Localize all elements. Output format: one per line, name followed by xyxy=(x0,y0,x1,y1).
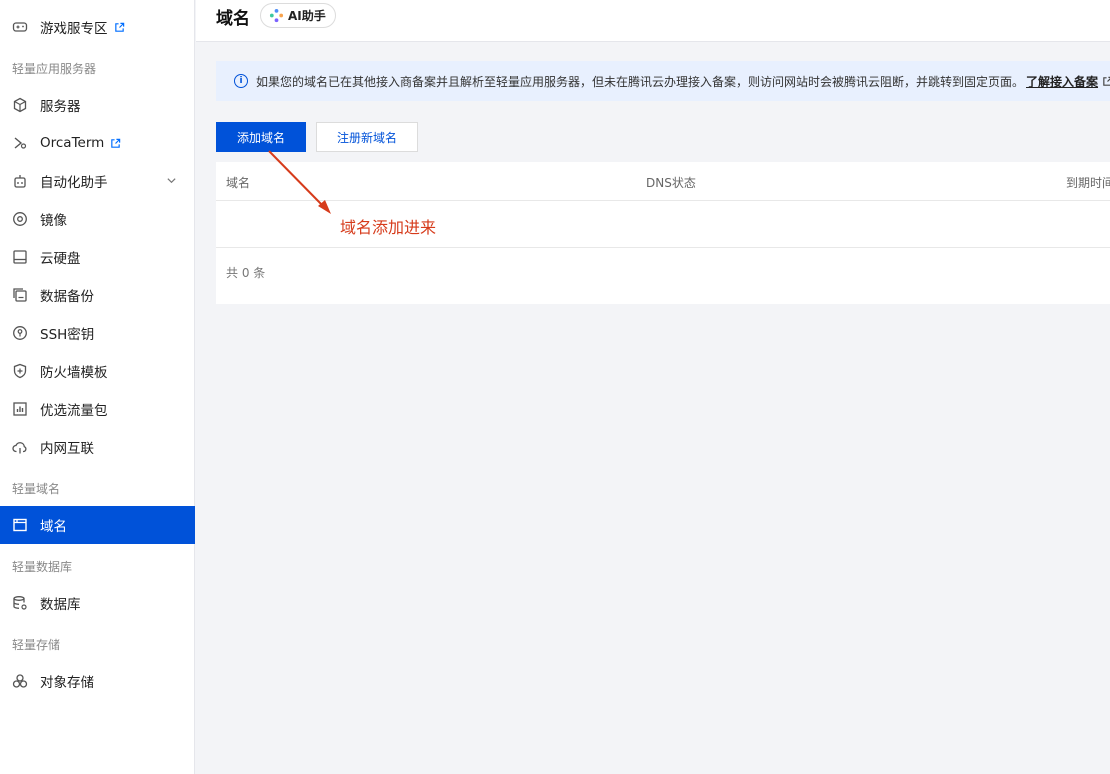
sidebar: 游戏服专区 轻量应用服务器 服务器 OrcaTerm 自动化助手 镜像 云硬盘 … xyxy=(0,0,195,774)
sidebar-item-database[interactable]: 数据库 xyxy=(0,584,195,622)
page-header: 域名 AI助手 xyxy=(196,0,1110,42)
sidebar-item-automation[interactable]: 自动化助手 xyxy=(0,162,195,200)
sidebar-item-label: 数据库 xyxy=(40,597,81,613)
info-icon: i xyxy=(234,74,248,88)
objects-icon xyxy=(12,673,28,689)
ai-assistant-label: AI助手 xyxy=(288,9,326,23)
chart-icon xyxy=(12,401,28,417)
column-header-dns-status: DNS状态 xyxy=(646,176,696,190)
add-domain-button[interactable]: 添加域名 xyxy=(216,122,306,152)
sidebar-item-label: 优选流量包 xyxy=(40,403,108,419)
sidebar-item-label: SSH密钥 xyxy=(40,327,95,343)
sidebar-item-game-servers[interactable]: 游戏服专区 xyxy=(0,8,195,46)
sidebar-item-orcaterm[interactable]: OrcaTerm xyxy=(0,124,195,162)
notice-text: 如果您的域名已在其他接入商备案并且解析至轻量应用服务器，但未在腾讯云办理接入备案… xyxy=(256,74,1025,89)
terminal-icon xyxy=(12,135,28,151)
sidebar-item-intranet[interactable]: 内网互联 xyxy=(0,428,195,466)
annotation-text: 域名添加进来 xyxy=(340,218,437,237)
register-domain-button[interactable]: 注册新域名 xyxy=(316,122,418,152)
group-label-databases: 轻量数据库 xyxy=(12,560,73,574)
external-link-icon xyxy=(1102,76,1110,87)
sparkle-icon xyxy=(269,8,284,23)
sidebar-item-domains[interactable]: 域名 xyxy=(0,506,195,544)
column-header-domain: 域名 xyxy=(226,176,251,190)
external-link-icon xyxy=(114,22,125,33)
sidebar-item-ssh-keys[interactable]: SSH密钥 xyxy=(0,314,195,352)
robot-icon xyxy=(12,173,28,189)
key-icon xyxy=(12,325,28,341)
sidebar-item-label: 防火墙模板 xyxy=(40,365,108,381)
sidebar-item-label: OrcaTerm xyxy=(40,135,105,151)
column-header-expiry: 到期时间 xyxy=(1066,176,1110,190)
database-icon xyxy=(12,595,28,611)
external-link-icon xyxy=(110,138,121,149)
ai-assistant-button[interactable]: AI助手 xyxy=(260,3,336,28)
table-total: 共 0 条 xyxy=(226,266,266,280)
group-label-lighthouse: 轻量应用服务器 xyxy=(12,62,97,76)
chevron-down-icon[interactable] xyxy=(166,174,177,190)
sidebar-item-traffic-package[interactable]: 优选流量包 xyxy=(0,390,195,428)
cloud-link-icon xyxy=(12,439,28,455)
sidebar-item-images[interactable]: 镜像 xyxy=(0,200,195,238)
page-title: 域名 xyxy=(216,9,250,29)
sidebar-item-servers[interactable]: 服务器 xyxy=(0,86,195,124)
shield-icon xyxy=(12,363,28,379)
sidebar-item-label: 游戏服专区 xyxy=(40,21,108,37)
sidebar-item-backup[interactable]: 数据备份 xyxy=(0,276,195,314)
info-notice: i 如果您的域名已在其他接入商备案并且解析至轻量应用服务器，但未在腾讯云办理接入… xyxy=(216,61,1110,101)
filing-help-link[interactable]: 了解接入备案 xyxy=(1026,73,1098,90)
group-label-domains: 轻量域名 xyxy=(12,482,61,496)
sidebar-item-label: 对象存储 xyxy=(40,675,94,691)
sidebar-item-label: 数据备份 xyxy=(40,289,94,305)
sidebar-item-label: 域名 xyxy=(40,519,67,535)
disk-icon xyxy=(12,249,28,265)
backup-icon xyxy=(12,287,28,303)
table-header: 域名 DNS状态 到期时间 xyxy=(216,162,1110,201)
gamepad-icon xyxy=(12,19,28,35)
sidebar-item-label: 内网互联 xyxy=(40,441,94,457)
sidebar-item-object-storage[interactable]: 对象存储 xyxy=(0,662,195,700)
sidebar-item-label: 自动化助手 xyxy=(40,175,108,191)
sidebar-item-cloud-disk[interactable]: 云硬盘 xyxy=(0,238,195,276)
sidebar-item-label: 服务器 xyxy=(40,99,81,115)
sidebar-item-label: 镜像 xyxy=(40,213,67,229)
disc-icon xyxy=(12,211,28,227)
window-icon xyxy=(12,517,28,533)
sidebar-item-label: 云硬盘 xyxy=(40,251,81,267)
group-label-storage: 轻量存储 xyxy=(12,638,61,652)
sidebar-item-firewall[interactable]: 防火墙模板 xyxy=(0,352,195,390)
cube-icon xyxy=(12,97,28,113)
